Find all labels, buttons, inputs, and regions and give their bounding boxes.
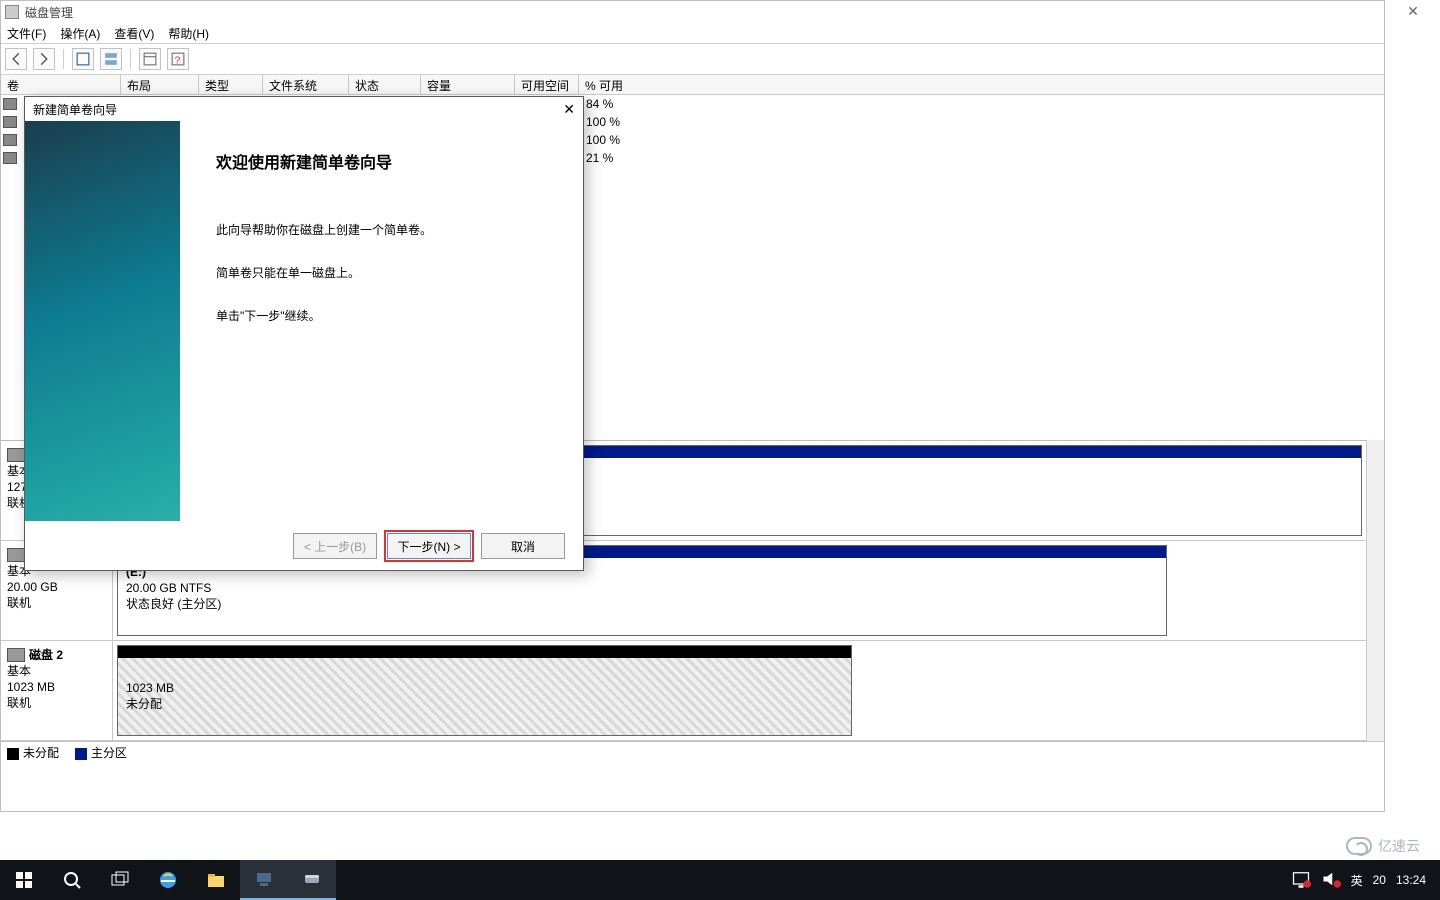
disk2-unallocated[interactable]: 1023 MB 未分配: [117, 645, 852, 736]
wizard-text-1: 此向导帮助你在磁盘上创建一个简单卷。: [216, 221, 559, 238]
volume-icon: [3, 116, 17, 128]
col-pctfree[interactable]: % 可用: [579, 75, 1384, 94]
disk-icon: [7, 648, 25, 662]
tray-clock[interactable]: 13:24: [1396, 873, 1426, 887]
start-button[interactable]: [0, 860, 48, 900]
toolbar-forward-button[interactable]: [33, 48, 55, 70]
watermark: 亿速云: [1346, 836, 1420, 856]
taskbar-ie-icon[interactable]: [144, 860, 192, 900]
task-view-button[interactable]: [96, 860, 144, 900]
dm-menu-bar: 文件(F) 操作(A) 查看(V) 帮助(H): [1, 23, 1384, 43]
wizard-cancel-button[interactable]: 取消: [481, 533, 565, 559]
tray-volume-icon[interactable]: [1321, 869, 1341, 892]
dm-toolbar: ?: [1, 43, 1384, 75]
menu-action[interactable]: 操作(A): [60, 25, 100, 42]
wizard-button-row: < 上一步(B) 下一步(N) > 取消: [25, 521, 583, 571]
toolbar-help-button[interactable]: ?: [167, 48, 189, 70]
wizard-heading: 欢迎使用新建简单卷向导: [216, 149, 559, 173]
volume-table-header: 卷 布局 类型 文件系统 状态 容量 可用空间 % 可用: [1, 75, 1384, 95]
tray-ime-code[interactable]: 20: [1373, 873, 1386, 887]
volume-icon: [3, 152, 17, 164]
wizard-title-bar[interactable]: 新建简单卷向导 ✕: [25, 97, 583, 121]
disk-icon: [7, 448, 25, 462]
menu-help[interactable]: 帮助(H): [168, 25, 209, 42]
volume-icon: [3, 134, 17, 146]
watermark-icon: [1346, 837, 1372, 855]
graphical-scrollbar[interactable]: [1366, 440, 1384, 741]
col-capacity[interactable]: 容量: [421, 75, 515, 94]
toolbar-refresh-button[interactable]: [139, 48, 161, 70]
legend-bar: 未分配 主分区: [1, 741, 1384, 763]
dm-title-bar: 磁盘管理: [1, 1, 1384, 23]
volume-icon: [3, 98, 17, 110]
legend-primary: 主分区: [75, 744, 127, 761]
outer-close-button[interactable]: ✕: [1396, 3, 1430, 20]
dm-app-icon: [5, 5, 19, 19]
menu-view[interactable]: 查看(V): [114, 25, 154, 42]
taskbar-server-manager-icon[interactable]: [240, 860, 288, 900]
col-layout[interactable]: 布局: [121, 75, 199, 94]
wizard-text-3: 单击"下一步"继续。: [216, 307, 559, 324]
toolbar-back-button[interactable]: [5, 48, 27, 70]
dm-title-text: 磁盘管理: [25, 4, 73, 21]
wizard-text-2: 简单卷只能在单一磁盘上。: [216, 264, 559, 281]
col-volume[interactable]: 卷: [1, 75, 121, 94]
menu-file[interactable]: 文件(F): [7, 25, 46, 42]
wizard-side-banner: [25, 121, 180, 521]
search-button[interactable]: [48, 860, 96, 900]
wizard-title: 新建简单卷向导: [33, 101, 117, 118]
wizard-back-button: < 上一步(B): [293, 533, 377, 559]
disk-row-2: 磁盘 2 基本 1023 MB 联机 1023 MB 未分配: [1, 641, 1366, 741]
wizard-main-panel: 欢迎使用新建简单卷向导 此向导帮助你在磁盘上创建一个简单卷。 简单卷只能在单一磁…: [180, 121, 583, 521]
taskbar: 英 20 13:24: [0, 860, 1440, 900]
legend-unallocated: 未分配: [7, 744, 59, 761]
taskbar-explorer-icon[interactable]: [192, 860, 240, 900]
col-status[interactable]: 状态: [349, 75, 421, 94]
wizard-next-button[interactable]: 下一步(N) >: [387, 533, 471, 559]
disk2-label[interactable]: 磁盘 2 基本 1023 MB 联机: [1, 641, 113, 740]
toolbar-view1-button[interactable]: [72, 48, 94, 70]
toolbar-view2-button[interactable]: [100, 48, 122, 70]
col-freespace[interactable]: 可用空间: [515, 75, 579, 94]
wizard-close-button[interactable]: ✕: [563, 101, 575, 118]
col-type[interactable]: 类型: [199, 75, 263, 94]
svg-text:?: ?: [175, 55, 181, 66]
system-tray: 英 20 13:24: [1291, 869, 1440, 892]
col-filesystem[interactable]: 文件系统: [263, 75, 349, 94]
tray-network-icon[interactable]: [1291, 869, 1311, 892]
disk-icon: [7, 548, 25, 562]
tray-ime-text[interactable]: 英: [1351, 872, 1363, 889]
new-simple-volume-wizard: 新建简单卷向导 ✕ 欢迎使用新建简单卷向导 此向导帮助你在磁盘上创建一个简单卷。…: [24, 96, 584, 571]
taskbar-disk-management-icon[interactable]: [288, 860, 336, 900]
